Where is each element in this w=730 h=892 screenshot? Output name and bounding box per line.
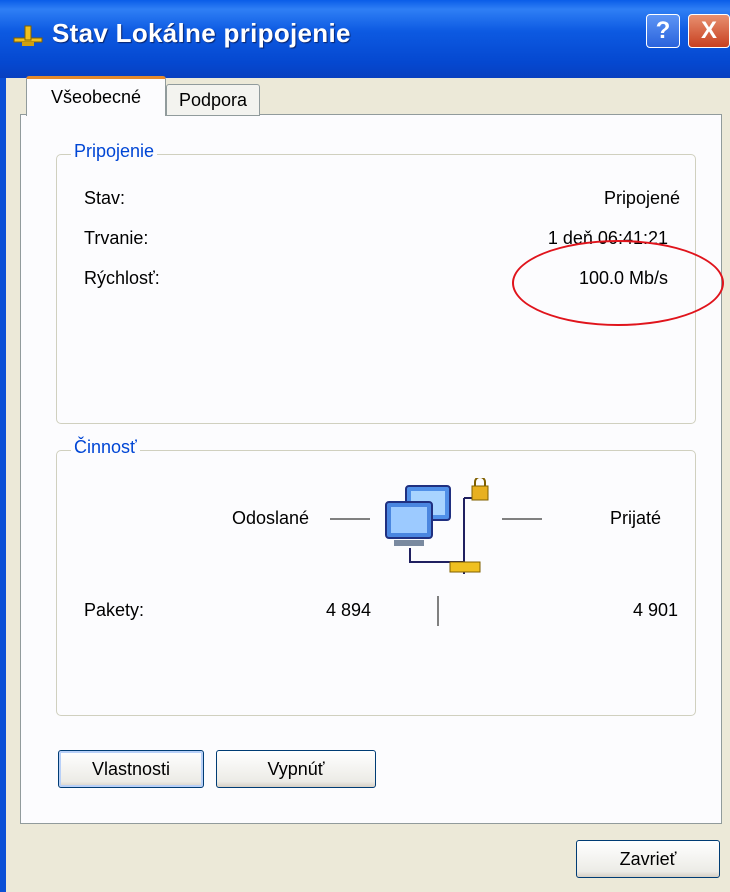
status-window: Stav Lokálne pripojenie ? X Všeobecné Po… <box>0 0 730 892</box>
received-label: Prijaté <box>610 508 662 528</box>
tab-support[interactable]: Podpora <box>166 84 260 116</box>
window-frame <box>0 78 6 892</box>
sent-label: Odoslané <box>232 508 310 528</box>
disable-button[interactable]: Vypnúť <box>216 750 376 788</box>
activity-legend: Činnosť <box>71 437 140 458</box>
connection-legend: Pripojenie <box>71 141 158 162</box>
received-line <box>502 518 542 520</box>
properties-button[interactable]: Vlastnosti <box>58 750 204 788</box>
packets-separator <box>437 596 439 626</box>
close-window-button[interactable]: X <box>688 14 730 48</box>
speed-highlight-annotation <box>512 240 724 326</box>
duration-label: Trvanie: <box>84 228 149 248</box>
speed-label: Rýchlosť: <box>84 268 160 288</box>
window-title: Stav Lokálne pripojenie <box>52 18 351 48</box>
status-value: Pripojené <box>603 188 680 208</box>
network-activity-icon <box>385 478 489 574</box>
network-connection-icon <box>13 25 43 46</box>
packets-sent-value: 4 894 <box>326 600 372 620</box>
sent-line <box>330 518 370 520</box>
close-button[interactable]: Zavrieť <box>576 840 720 878</box>
status-label: Stav: <box>84 188 126 208</box>
title-bar[interactable]: Stav Lokálne pripojenie ? X <box>0 0 730 78</box>
packets-received-value: 4 901 <box>632 600 678 620</box>
tab-general[interactable]: Všeobecné <box>26 76 166 116</box>
help-button[interactable]: ? <box>646 14 680 48</box>
packets-label: Pakety: <box>84 600 145 620</box>
activity-group: Činnosť <box>56 437 696 716</box>
